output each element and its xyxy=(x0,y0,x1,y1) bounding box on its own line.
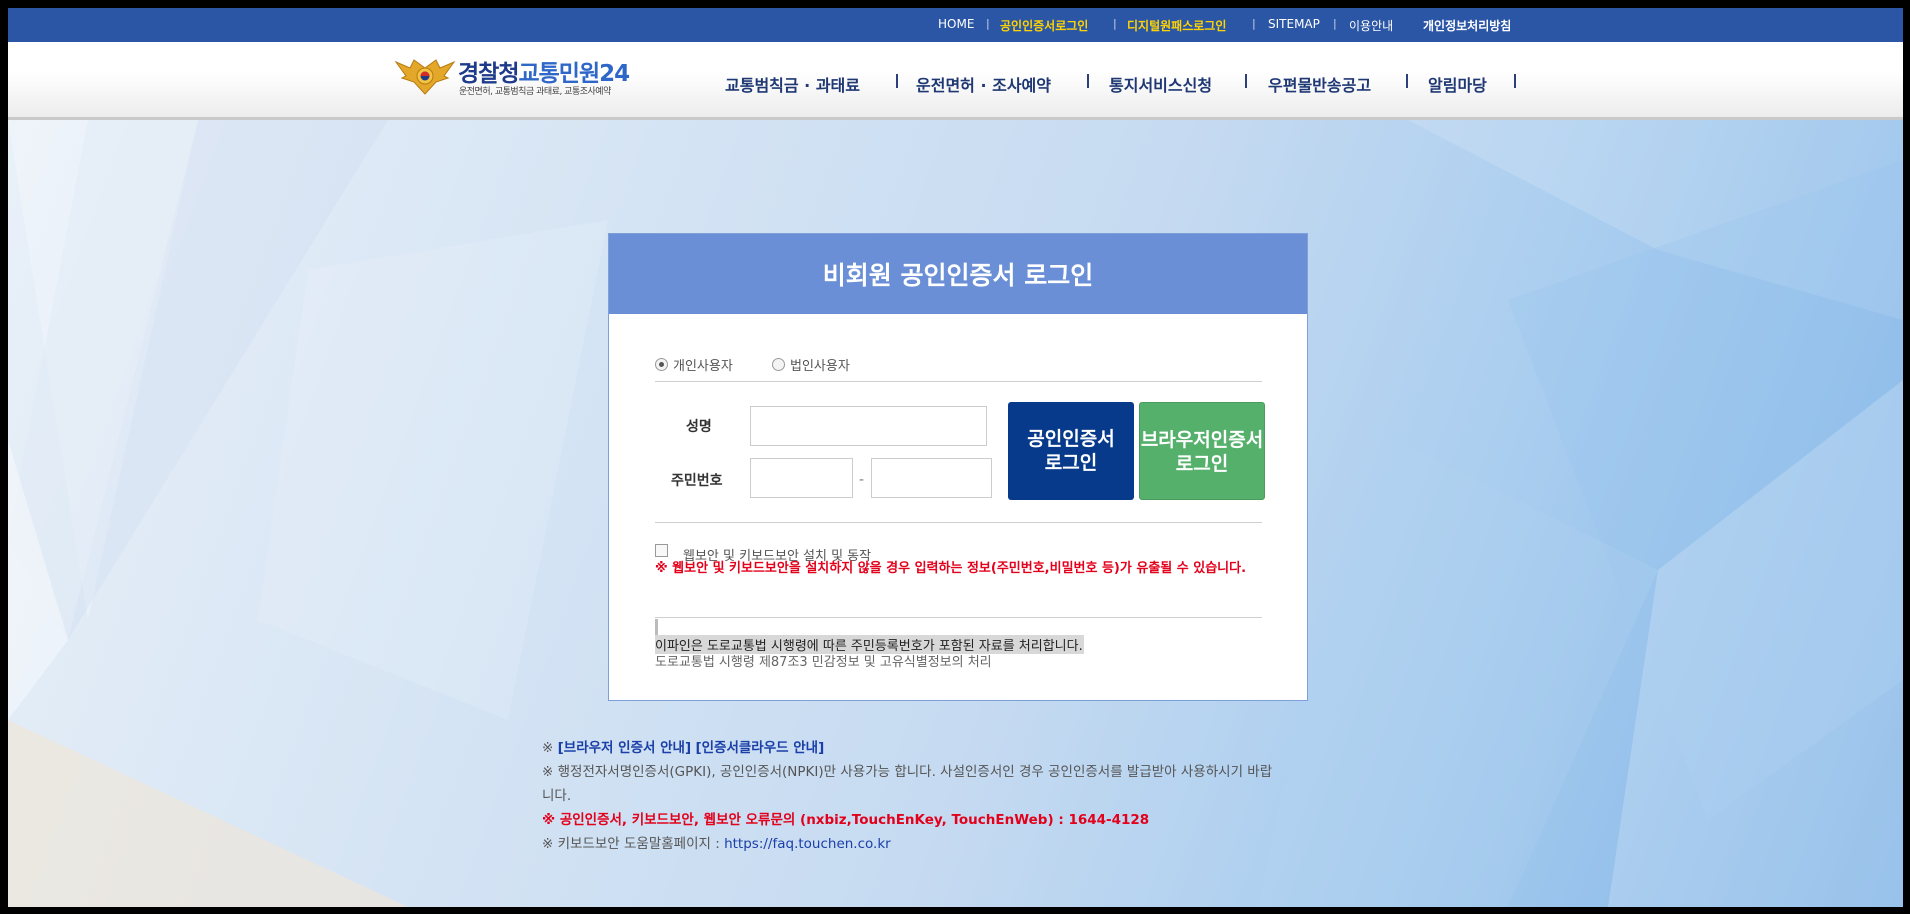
privacy-notice-detail: 도로교통법 시행령 제87조3 민감정보 및 고유식별정보의 처리 xyxy=(655,655,992,670)
nav-separator xyxy=(1406,74,1408,88)
topbar-separator: | xyxy=(1113,17,1117,30)
nav-item-mail-return[interactable]: 우편물반송공고 xyxy=(1268,72,1371,96)
nav-item-notification[interactable]: 통지서비스신청 xyxy=(1109,72,1212,96)
error-inquiry-note: ※ 공인인증서, 키보드보안, 웹보안 오류문의 (nxbiz,TouchEnK… xyxy=(542,812,1150,828)
radio-personal-label[interactable]: 개인사용자 xyxy=(673,355,733,374)
cert-login-button[interactable]: 공인인증서 로그인 xyxy=(1008,402,1134,500)
ssn-label: 주민번호 xyxy=(671,473,723,489)
radio-corporate-label[interactable]: 법인사용자 xyxy=(790,355,850,374)
site-logo[interactable]: 경찰청교통민원24 운전면허, 교통범칙금 과태료, 교통조사예약 xyxy=(394,54,644,104)
keyboard-help-note: ※ 키보드보안 도움말홈페이지 : https://faq.touchen.co… xyxy=(542,832,891,852)
site-header: 경찰청교통민원24 운전면허, 교통범칙금 과태료, 교통조사예약 교통범칙금 … xyxy=(8,42,1903,120)
nav-item-license[interactable]: 운전면허 · 조사예약 xyxy=(916,72,1051,96)
browser-cert-button-line1: 브라우저인증서 xyxy=(1140,429,1264,451)
usage-guide-link[interactable]: 이용안내 xyxy=(1349,17,1393,34)
ssn-back-input[interactable] xyxy=(871,458,992,498)
usable-certs-note: ※ 행정전자서명인증서(GPKI), 공인인증서(NPKI)만 사용가능 합니다… xyxy=(542,764,1273,780)
topbar-separator: | xyxy=(1252,17,1256,30)
radio-corporate[interactable] xyxy=(772,358,785,371)
cert-cloud-guide-link[interactable]: [인증서클라우드 안내] xyxy=(695,740,824,756)
note-mark: ※ xyxy=(542,740,554,756)
privacy-policy-link[interactable]: 개인정보처리방침 xyxy=(1423,17,1511,34)
nav-item-notice[interactable]: 알림마당 xyxy=(1428,72,1487,96)
logo-subtitle: 운전면허, 교통범칙금 과태료, 교통조사예약 xyxy=(459,87,611,97)
browser-cert-guide-link[interactable]: [브라우저 인증서 안내] xyxy=(558,740,692,756)
nav-separator xyxy=(1245,74,1247,88)
police-emblem-icon xyxy=(394,59,456,95)
browser-cert-login-button[interactable]: 브라우저인증서 로그인 xyxy=(1139,402,1265,500)
nav-item-fines[interactable]: 교통범칙금 · 과태료 xyxy=(725,72,860,96)
topbar-separator: | xyxy=(1333,17,1337,30)
keyboard-help-link[interactable]: https://faq.touchen.co.kr xyxy=(724,836,891,852)
ssn-separator: - xyxy=(859,472,865,488)
home-link[interactable]: HOME xyxy=(938,17,974,31)
login-panel-header: 비회원 공인인증서 로그인 xyxy=(609,234,1307,314)
login-panel: 비회원 공인인증서 로그인 개인사용자 법인사용자 성명 주민번호 - 공인인증… xyxy=(608,233,1308,701)
ssn-front-input[interactable] xyxy=(750,458,853,498)
divider xyxy=(655,522,1262,523)
cert-login-link[interactable]: 공인인증서로그인 xyxy=(1000,17,1088,34)
sitemap-link[interactable]: SITEMAP xyxy=(1268,17,1320,31)
logo-title: 경찰청교통민원24 xyxy=(458,54,630,88)
browser-viewport: HOME | 공인인증서로그인 | 디지털원패스로그인 | SITEMAP | … xyxy=(8,8,1903,907)
name-input[interactable] xyxy=(750,406,987,446)
security-warning: ※ 웹보안 및 키보드보안을 설치하지 않을 경우 입력하는 정보(주민번호,비… xyxy=(655,561,1247,576)
cert-login-button-line1: 공인인증서 xyxy=(1027,428,1115,450)
top-utility-bar: HOME | 공인인증서로그인 | 디지털원패스로그인 | SITEMAP | … xyxy=(8,8,1903,42)
divider xyxy=(655,617,1262,618)
nav-separator xyxy=(896,74,898,88)
nav-separator xyxy=(1087,74,1089,88)
keyboard-help-prefix: ※ 키보드보안 도움말홈페이지 : xyxy=(542,836,725,852)
nav-separator xyxy=(1514,74,1516,88)
usable-certs-note-cont: 니다. xyxy=(542,788,572,804)
radio-personal[interactable] xyxy=(655,358,668,371)
guide-links-line: ※ [브라우저 인증서 안내] [인증서클라우드 안내] xyxy=(542,736,824,756)
digital-pass-login-link[interactable]: 디지털원패스로그인 xyxy=(1127,17,1226,34)
browser-cert-button-line2: 로그인 xyxy=(1175,453,1229,475)
divider xyxy=(655,381,1262,382)
security-checkbox[interactable] xyxy=(655,544,668,557)
topbar-separator: | xyxy=(986,17,990,30)
name-label: 성명 xyxy=(686,419,712,435)
login-title: 비회원 공인인증서 로그인 xyxy=(822,261,1094,290)
cert-login-button-line2: 로그인 xyxy=(1044,452,1098,474)
